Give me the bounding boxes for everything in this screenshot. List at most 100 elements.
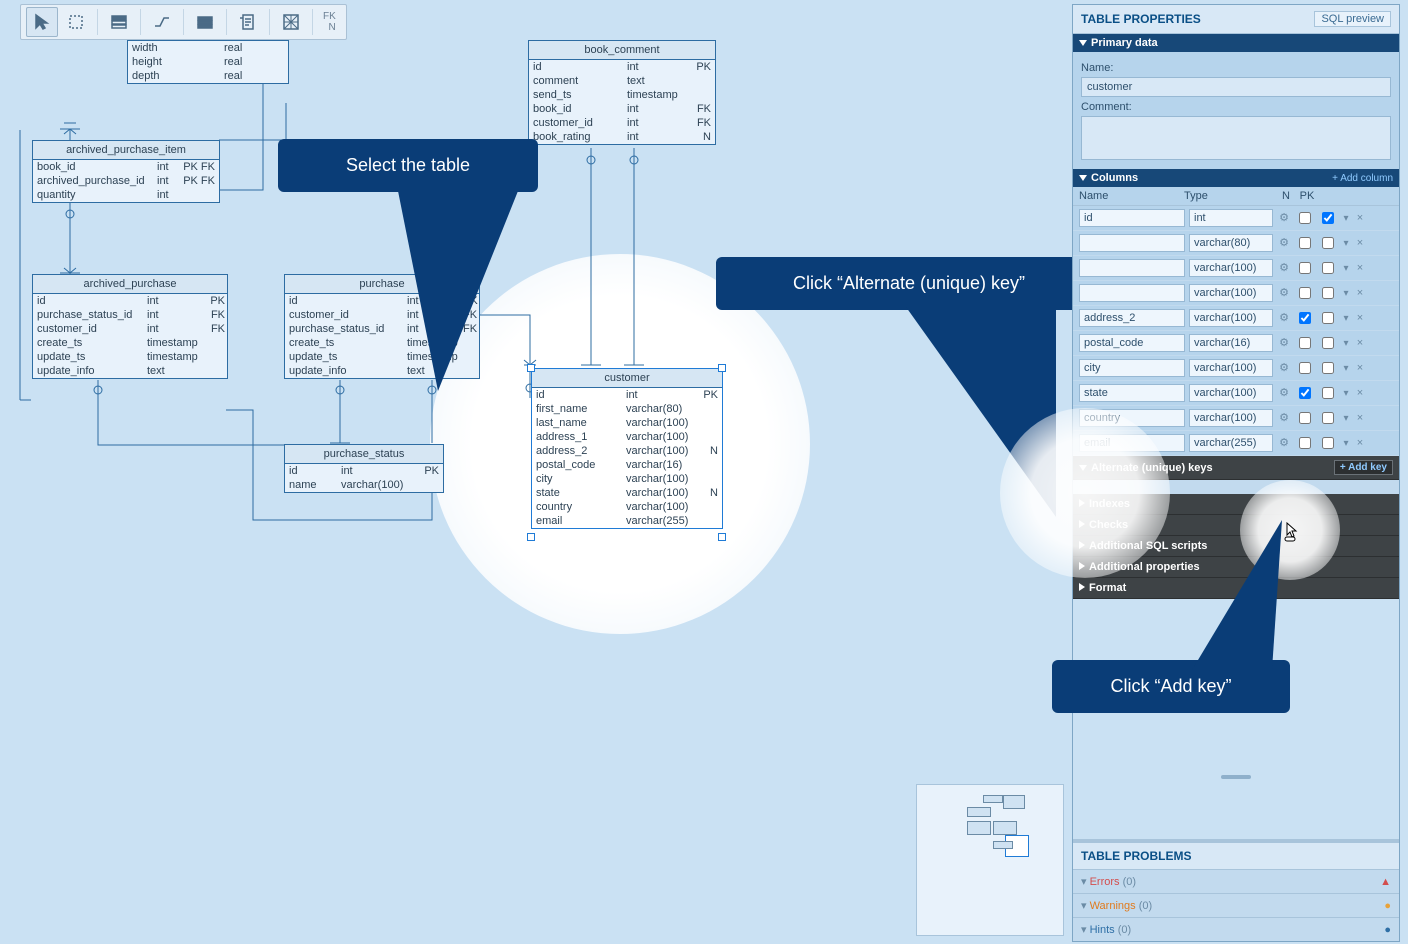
gear-icon[interactable]: ⚙ [1277, 361, 1291, 375]
section-indexes[interactable]: Indexes [1073, 494, 1399, 515]
delete-column-icon[interactable]: × [1355, 212, 1365, 224]
nullable-checkbox[interactable] [1299, 387, 1311, 399]
column-name-input[interactable] [1079, 434, 1185, 452]
column-name-input[interactable] [1079, 284, 1185, 302]
table-archived-purchase-item[interactable]: archived_purchase_item book_idintPK FKar… [32, 140, 220, 203]
alt-keys-body-empty [1073, 480, 1399, 494]
column-name-input[interactable] [1079, 384, 1185, 402]
delete-column-icon[interactable]: × [1355, 337, 1365, 349]
delete-column-icon[interactable]: × [1355, 437, 1365, 449]
resize-handle-se[interactable] [718, 533, 726, 541]
table-purchase-status[interactable]: purchase_status idintPKnamevarchar(100) [284, 444, 444, 493]
column-name-input[interactable] [1079, 309, 1185, 327]
pk-checkbox[interactable] [1322, 212, 1334, 224]
delete-column-icon[interactable]: × [1355, 387, 1365, 399]
erd-canvas[interactable]: widthreal heightreal depthreal archived_… [0, 0, 986, 944]
nullable-checkbox[interactable] [1299, 287, 1311, 299]
nullable-checkbox[interactable] [1299, 437, 1311, 449]
chevron-down-icon[interactable]: ▾ [1341, 388, 1351, 399]
nullable-checkbox[interactable] [1299, 312, 1311, 324]
problems-errors-row[interactable]: ▾ Errors (0) ▲ [1073, 869, 1399, 893]
chevron-down-icon[interactable]: ▾ [1341, 263, 1351, 274]
pk-checkbox[interactable] [1322, 362, 1334, 374]
column-name-input[interactable] [1079, 259, 1185, 277]
problems-warnings-row[interactable]: ▾ Warnings (0) ● [1073, 893, 1399, 917]
pk-checkbox[interactable] [1322, 387, 1334, 399]
gear-icon[interactable]: ⚙ [1277, 211, 1291, 225]
sql-preview-button[interactable]: SQL preview [1314, 11, 1391, 27]
delete-column-icon[interactable]: × [1355, 237, 1365, 249]
column-type-input[interactable] [1189, 259, 1273, 277]
pk-checkbox[interactable] [1322, 262, 1334, 274]
problems-hints-row[interactable]: ▾ Hints (0) ● [1073, 917, 1399, 941]
nullable-checkbox[interactable] [1299, 362, 1311, 374]
column-name-input[interactable] [1079, 209, 1185, 227]
delete-column-icon[interactable]: × [1355, 412, 1365, 424]
column-name-input[interactable] [1079, 359, 1185, 377]
chevron-down-icon[interactable]: ▾ [1341, 313, 1351, 324]
delete-column-icon[interactable]: × [1355, 287, 1365, 299]
gear-icon[interactable]: ⚙ [1277, 411, 1291, 425]
table-customer[interactable]: customer idintPKfirst_namevarchar(80)las… [531, 368, 723, 529]
nullable-checkbox[interactable] [1299, 337, 1311, 349]
section-alternate-keys[interactable]: Alternate (unique) keys + Add key [1073, 456, 1399, 480]
gear-icon[interactable]: ⚙ [1277, 236, 1291, 250]
pk-checkbox[interactable] [1322, 412, 1334, 424]
column-type-input[interactable] [1189, 234, 1273, 252]
gear-icon[interactable]: ⚙ [1277, 261, 1291, 275]
chevron-down-icon[interactable]: ▾ [1341, 238, 1351, 249]
panel-header: TABLE PROPERTIES SQL preview [1073, 5, 1399, 34]
column-name-input[interactable] [1079, 234, 1185, 252]
column-type-input[interactable] [1189, 334, 1273, 352]
section-columns[interactable]: Columns + Add column [1073, 169, 1399, 187]
delete-column-icon[interactable]: × [1355, 362, 1365, 374]
add-column-link[interactable]: + Add column [1332, 173, 1393, 184]
panel-splitter[interactable] [1221, 775, 1251, 779]
pk-checkbox[interactable] [1322, 312, 1334, 324]
table-dims-fragment[interactable]: widthreal heightreal depthreal [127, 40, 289, 84]
pk-checkbox[interactable] [1322, 287, 1334, 299]
nullable-checkbox[interactable] [1299, 212, 1311, 224]
gear-icon[interactable]: ⚙ [1277, 286, 1291, 300]
nullable-checkbox[interactable] [1299, 412, 1311, 424]
pk-checkbox[interactable] [1322, 237, 1334, 249]
column-type-input[interactable] [1189, 284, 1273, 302]
chevron-down-icon[interactable]: ▾ [1341, 213, 1351, 224]
chevron-down-icon[interactable]: ▾ [1341, 438, 1351, 449]
table-book-comment[interactable]: book_comment idintPKcommenttextsend_tsti… [528, 40, 716, 145]
column-type-input[interactable] [1189, 209, 1273, 227]
column-type-input[interactable] [1189, 434, 1273, 452]
label-comment: Comment: [1081, 101, 1391, 113]
nullable-checkbox[interactable] [1299, 262, 1311, 274]
add-key-button[interactable]: + Add key [1334, 460, 1393, 475]
table-row: idintPK [33, 294, 227, 308]
column-type-input[interactable] [1189, 409, 1273, 427]
chevron-down-icon[interactable]: ▾ [1341, 338, 1351, 349]
gear-icon[interactable]: ⚙ [1277, 336, 1291, 350]
column-type-input[interactable] [1189, 384, 1273, 402]
column-name-input[interactable] [1079, 334, 1185, 352]
chevron-down-icon[interactable]: ▾ [1341, 413, 1351, 424]
chevron-down-icon[interactable]: ▾ [1341, 288, 1351, 299]
section-primary-data[interactable]: Primary data [1073, 34, 1399, 52]
delete-column-icon[interactable]: × [1355, 262, 1365, 274]
gear-icon[interactable]: ⚙ [1277, 386, 1291, 400]
nullable-checkbox[interactable] [1299, 237, 1311, 249]
resize-handle-ne[interactable] [718, 364, 726, 372]
gear-icon[interactable]: ⚙ [1277, 436, 1291, 450]
gear-icon[interactable]: ⚙ [1277, 311, 1291, 325]
textarea-comment[interactable] [1081, 116, 1391, 160]
resize-handle-sw[interactable] [527, 533, 535, 541]
column-type-input[interactable] [1189, 309, 1273, 327]
pk-checkbox[interactable] [1322, 437, 1334, 449]
callout-tail-icon [398, 191, 518, 391]
input-table-name[interactable] [1081, 77, 1391, 97]
resize-handle-nw[interactable] [527, 364, 535, 372]
column-type-input[interactable] [1189, 359, 1273, 377]
column-name-input[interactable] [1079, 409, 1185, 427]
minimap[interactable] [916, 784, 1064, 936]
delete-column-icon[interactable]: × [1355, 312, 1365, 324]
pk-checkbox[interactable] [1322, 337, 1334, 349]
chevron-down-icon[interactable]: ▾ [1341, 363, 1351, 374]
table-archived-purchase[interactable]: archived_purchase idintPKpurchase_status… [32, 274, 228, 379]
